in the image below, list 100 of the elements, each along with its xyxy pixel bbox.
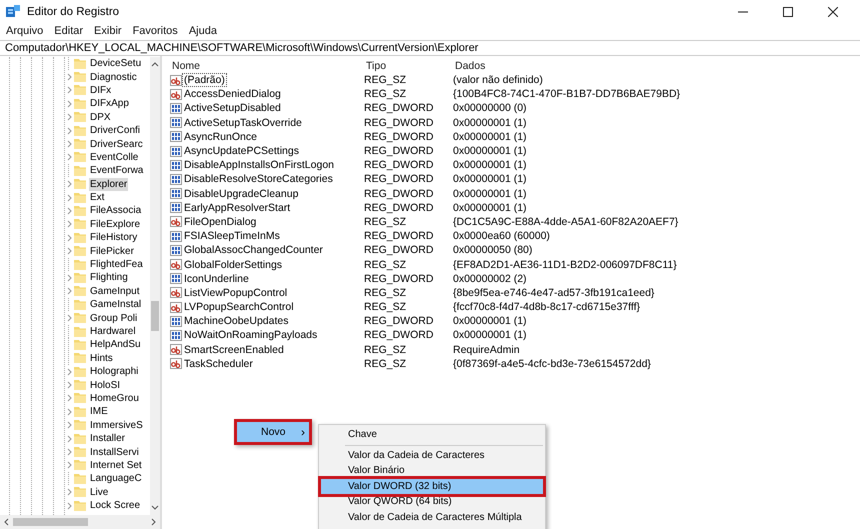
tree-item[interactable]: IME (89, 405, 109, 418)
column-header[interactable]: Nome (170, 60, 366, 72)
chevron-icon[interactable] (66, 448, 72, 456)
scroll-left-icon[interactable] (3, 518, 9, 526)
tree-item[interactable]: FileHistory (89, 231, 138, 244)
value-name[interactable]: AsyncUpdatePCSettings (183, 145, 300, 158)
chevron-icon[interactable] (66, 206, 72, 215)
scrollbar-thumb[interactable] (13, 518, 88, 526)
tree-item[interactable]: Ext (89, 191, 106, 204)
value-name[interactable]: DisableUpgradeCleanup (183, 188, 300, 200)
tree-item[interactable]: FlightedFea (89, 258, 144, 272)
value-name[interactable]: SmartScreenEnabled (183, 344, 285, 356)
tree-item[interactable]: GameInstal (89, 298, 142, 312)
value-name[interactable]: FSIASleepTimeInMs (183, 230, 281, 242)
chevron-icon[interactable] (66, 274, 72, 282)
chevron-icon[interactable] (66, 368, 72, 376)
value-name[interactable]: NoWaitOnRoamingPayloads (183, 329, 318, 342)
tree-item[interactable]: EventColle (89, 150, 140, 164)
tree-item[interactable]: Holographi (89, 365, 140, 378)
tree-item[interactable]: Diagnostic (89, 70, 138, 84)
tree-item[interactable]: Hints (89, 352, 114, 365)
chevron-icon[interactable] (66, 461, 72, 470)
value-name[interactable]: ListViewPopupControl (183, 286, 288, 299)
value-name[interactable]: EarlyAppResolverStart (183, 202, 292, 214)
chevron-icon[interactable] (66, 381, 72, 390)
value-name[interactable]: AsyncRunOnce (183, 130, 258, 143)
tree-item[interactable]: FileAssocia (89, 204, 142, 218)
column-header[interactable]: Dados (455, 60, 486, 72)
chevron-icon[interactable] (66, 126, 72, 135)
value-name[interactable]: (Padrão) (183, 74, 226, 86)
tree-item[interactable]: LanguageC (89, 472, 143, 486)
tree-item[interactable]: DeviceSetu (89, 57, 142, 70)
chevron-icon[interactable] (66, 73, 72, 82)
tree-item[interactable]: DPX (89, 110, 112, 124)
value-name[interactable]: DisableAppInstallsOnFirstLogon (183, 159, 335, 172)
value-name[interactable]: ActiveSetupDisabled (183, 102, 282, 114)
chevron-icon[interactable] (66, 314, 72, 322)
tree-item[interactable]: Flighting (89, 271, 129, 284)
value-name[interactable]: LVPopupSearchControl (183, 301, 295, 314)
column-header[interactable]: Tipo (366, 60, 455, 72)
scroll-right-icon[interactable] (151, 518, 157, 526)
chevron-icon[interactable] (66, 287, 72, 296)
tree-item[interactable]: HelpAndSu (89, 338, 142, 352)
chevron-icon[interactable] (66, 140, 72, 148)
tree-item[interactable]: ImmersiveS (89, 418, 144, 432)
tree-item[interactable]: Internet Set (89, 458, 143, 472)
value-name[interactable]: FileOpenDialog (183, 216, 258, 228)
tree-item[interactable]: EventForwa (89, 164, 144, 178)
address-field[interactable]: Computador\HKEY_LOCAL_MACHINE\SOFTWARE\Microsoft\Windows\CurrentVersion\Explorer (0, 40, 860, 56)
chevron-icon[interactable] (66, 113, 72, 122)
chevron-icon[interactable] (66, 234, 72, 242)
chevron-icon[interactable] (66, 502, 72, 510)
tree-item[interactable]: DIFxApp (89, 97, 130, 110)
tree-item[interactable]: HoloSI (89, 378, 122, 392)
tree-item[interactable]: FileExplore (89, 218, 142, 231)
tree-item[interactable]: GameInput (89, 284, 140, 298)
scroll-up-icon[interactable] (151, 61, 159, 67)
chevron-icon[interactable] (66, 408, 72, 416)
tree-item[interactable]: DriverConfi (89, 124, 142, 138)
chevron-icon[interactable] (66, 220, 72, 228)
value-name[interactable]: GlobalFolderSettings (183, 258, 284, 271)
menu-item[interactable]: Exibir (94, 25, 122, 37)
vertical-scrollbar[interactable] (150, 57, 160, 515)
horizontal-scrollbar[interactable] (0, 515, 160, 529)
scroll-down-icon[interactable] (151, 505, 159, 511)
tree-item[interactable]: Installer (89, 432, 126, 446)
chevron-icon[interactable] (66, 247, 72, 256)
chevron-icon[interactable] (66, 394, 72, 402)
tree-item[interactable]: DriverSearc (89, 138, 144, 151)
value-name[interactable]: AccessDeniedDialog (183, 88, 282, 100)
tree-item[interactable]: HomeGrou (89, 392, 140, 405)
value-name[interactable]: MachineOobeUpdates (183, 315, 290, 328)
menu-item[interactable]: Editar (54, 25, 84, 37)
tree-item[interactable]: Lock Scree (89, 499, 142, 512)
tree-item[interactable]: Group Poli (89, 312, 138, 325)
chevron-icon[interactable] (66, 488, 72, 496)
menu-item[interactable]: Favoritos (132, 25, 178, 37)
scrollbar-thumb[interactable] (151, 301, 159, 331)
tree-item[interactable]: DIFx (89, 84, 112, 97)
menu-item[interactable]: Novo › (237, 422, 309, 442)
chevron-icon[interactable] (66, 100, 72, 108)
close-icon[interactable] (828, 7, 838, 17)
value-name[interactable]: IconUnderline (183, 272, 250, 285)
value-name[interactable]: GlobalAssocChangedCounter (183, 244, 324, 256)
menu-item[interactable]: Ajuda (188, 25, 217, 37)
tree-item[interactable]: Hardwarel (89, 325, 137, 338)
menu-item[interactable]: Valor QWORD (64 bits) (321, 494, 543, 510)
chevron-icon[interactable] (66, 194, 72, 202)
chevron-icon[interactable] (66, 180, 72, 188)
value-name[interactable]: DisableResolveStoreCategories (183, 173, 334, 186)
value-name[interactable]: ActiveSetupTaskOverride (183, 116, 303, 129)
tree-item[interactable]: Explorer (89, 178, 128, 191)
tree-item[interactable]: FilePicker (89, 244, 135, 258)
chevron-icon[interactable] (66, 434, 72, 443)
menu-item[interactable]: Arquivo (6, 25, 44, 37)
menu-item[interactable]: Chave (321, 427, 543, 442)
tree-item[interactable]: InstallServi (89, 446, 140, 459)
menu-item[interactable]: Valor Binário (321, 463, 543, 478)
chevron-icon[interactable] (66, 153, 72, 162)
chevron-icon[interactable] (66, 421, 72, 430)
